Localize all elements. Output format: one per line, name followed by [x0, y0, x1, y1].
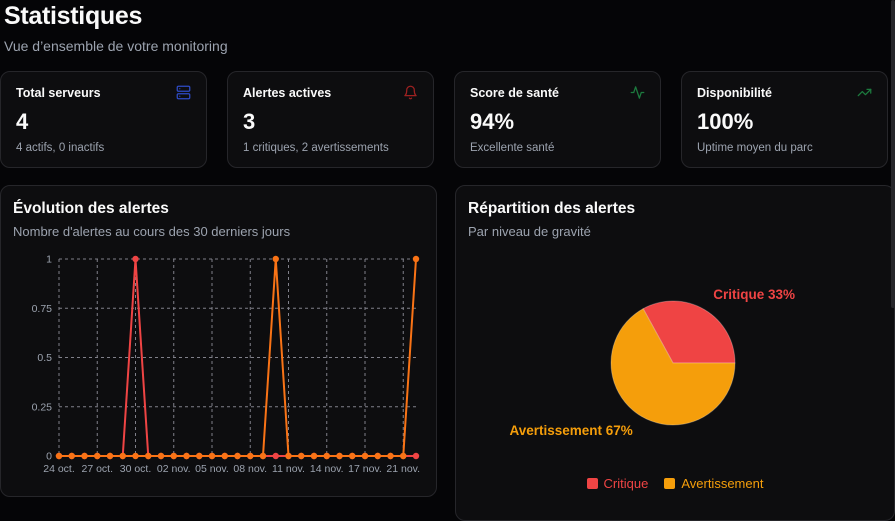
card-value: 4: [16, 109, 29, 134]
data-point: [400, 452, 407, 460]
svg-text:17 nov.: 17 nov.: [348, 463, 382, 475]
data-point: [94, 452, 101, 460]
bell-icon: [404, 85, 417, 100]
data-point: [196, 452, 203, 460]
data-point: [221, 452, 228, 460]
svg-text:0.75: 0.75: [32, 303, 53, 315]
legend-label: Critique: [603, 476, 649, 491]
card-availability: Disponibilité 100% Uptime moyen du parc: [681, 71, 888, 168]
data-point: [119, 452, 126, 460]
alerts-evolution-panel: Évolution des alertes Nombre d'alertes a…: [0, 185, 437, 497]
data-point: [106, 452, 114, 460]
data-point: [68, 452, 75, 460]
scrollbar[interactable]: [891, 0, 895, 308]
data-point: [145, 452, 152, 460]
y-axis-labels: 0 0.25 0.5 0.75 1: [32, 254, 53, 463]
legend-item-avertissement[interactable]: Avertissement: [664, 476, 763, 491]
svg-text:11 nov.: 11 nov.: [272, 463, 305, 475]
data-point: [349, 452, 356, 460]
card-label: Disponibilité: [697, 85, 772, 100]
data-point: [323, 452, 330, 460]
panel-subtitle: Nombre d'alertes au cours des 30 dernier…: [13, 224, 291, 239]
data-point: [298, 452, 305, 460]
card-value: 100%: [697, 109, 754, 134]
stat-cards-row: Total serveurs 4 4 actifs, 0 inactifs Al…: [0, 71, 895, 168]
svg-text:1: 1: [46, 254, 52, 266]
data-point: [285, 452, 292, 460]
card-active-alerts: Alertes actives 3 1 critiques, 2 avertis…: [227, 71, 434, 168]
data-point: [272, 255, 279, 263]
card-total-servers: Total serveurs 4 4 actifs, 0 inactifs: [0, 71, 207, 168]
svg-text:0.5: 0.5: [37, 352, 52, 364]
x-axis-labels: 24 oct. 27 oct. 30 oct. 02 nov. 05 nov. 08 no…: [43, 463, 420, 475]
panel-subtitle: Par niveau de gravité: [468, 224, 591, 239]
page-subtitle: Vue d’ensemble de votre monitoring: [4, 38, 228, 54]
svg-text:08 nov.: 08 nov.: [233, 463, 267, 475]
data-point: [412, 255, 420, 263]
pie-callout: Avertissement 67%: [509, 423, 632, 438]
panel-title: Évolution des alertes: [13, 200, 169, 217]
card-subtext: 1 critiques, 2 avertissements: [243, 142, 389, 154]
data-point: [247, 452, 254, 460]
data-point: [272, 452, 279, 460]
svg-text:0.25: 0.25: [32, 401, 53, 413]
data-point: [170, 452, 177, 460]
card-label: Total serveurs: [16, 85, 101, 100]
data-point: [157, 452, 165, 460]
svg-text:02 nov.: 02 nov.: [157, 463, 191, 475]
legend-item-critique[interactable]: Critique: [586, 476, 649, 491]
data-point: [81, 452, 88, 460]
data-point: [259, 452, 267, 460]
svg-text:24 oct.: 24 oct.: [43, 463, 75, 475]
card-label: Score de santé: [470, 85, 559, 100]
legend-label: Avertissement: [681, 476, 764, 491]
pie-callout: Critique 33%: [713, 287, 795, 302]
card-value: 3: [243, 109, 256, 134]
data-point: [310, 452, 318, 460]
data-point: [132, 452, 139, 460]
server-icon: [176, 85, 191, 100]
alerts-repartition-panel: Répartition des alertes Par niveau de gr…: [455, 185, 895, 521]
legend-swatch: [586, 478, 598, 489]
data-point: [387, 452, 394, 460]
data-point: [234, 452, 241, 460]
card-health-score: Score de santé 94% Excellente santé: [454, 71, 661, 168]
card-value: 94%: [470, 109, 515, 134]
alerts-line-chart[interactable]: 0 0.25 0.5 0.75 1 24 oct. 27 oct. 30 oct. 02 nov…: [13, 249, 426, 480]
svg-text:30 oct.: 30 oct.: [120, 463, 152, 475]
data-point: [361, 452, 369, 460]
svg-text:0: 0: [46, 451, 52, 463]
alerts-pie-chart[interactable]: Critique 33% Avertissement 67%: [468, 249, 884, 455]
data-point: [183, 452, 190, 460]
charts-row: Évolution des alertes Nombre d'alertes a…: [0, 185, 895, 521]
svg-text:05 nov.: 05 nov.: [195, 463, 229, 475]
card-label: Alertes actives: [243, 85, 332, 100]
data-point: [55, 452, 63, 460]
svg-text:27 oct.: 27 oct.: [81, 463, 113, 475]
card-subtext: 4 actifs, 0 inactifs: [16, 142, 105, 154]
panel-title: Répartition des alertes: [468, 200, 636, 217]
legend-swatch: [664, 478, 676, 489]
data-point: [132, 255, 139, 263]
pie-legend: Critique Avertissement: [468, 476, 882, 491]
data-point: [336, 452, 343, 460]
chart-grid: [58, 258, 416, 457]
page-header: Statistiques Vue d’ensemble de votre mon…: [0, 0, 895, 54]
activity-icon: [630, 86, 645, 99]
card-subtext: Excellente santé: [470, 142, 555, 154]
card-subtext: Uptime moyen du parc: [697, 142, 813, 154]
data-point: [374, 452, 381, 460]
svg-text:14 nov.: 14 nov.: [310, 463, 344, 475]
page-title: Statistiques: [4, 2, 143, 30]
svg-text:21 nov.: 21 nov.: [386, 463, 420, 475]
data-point: [208, 452, 216, 460]
data-point: [412, 452, 420, 460]
trending-up-icon: [857, 88, 872, 97]
